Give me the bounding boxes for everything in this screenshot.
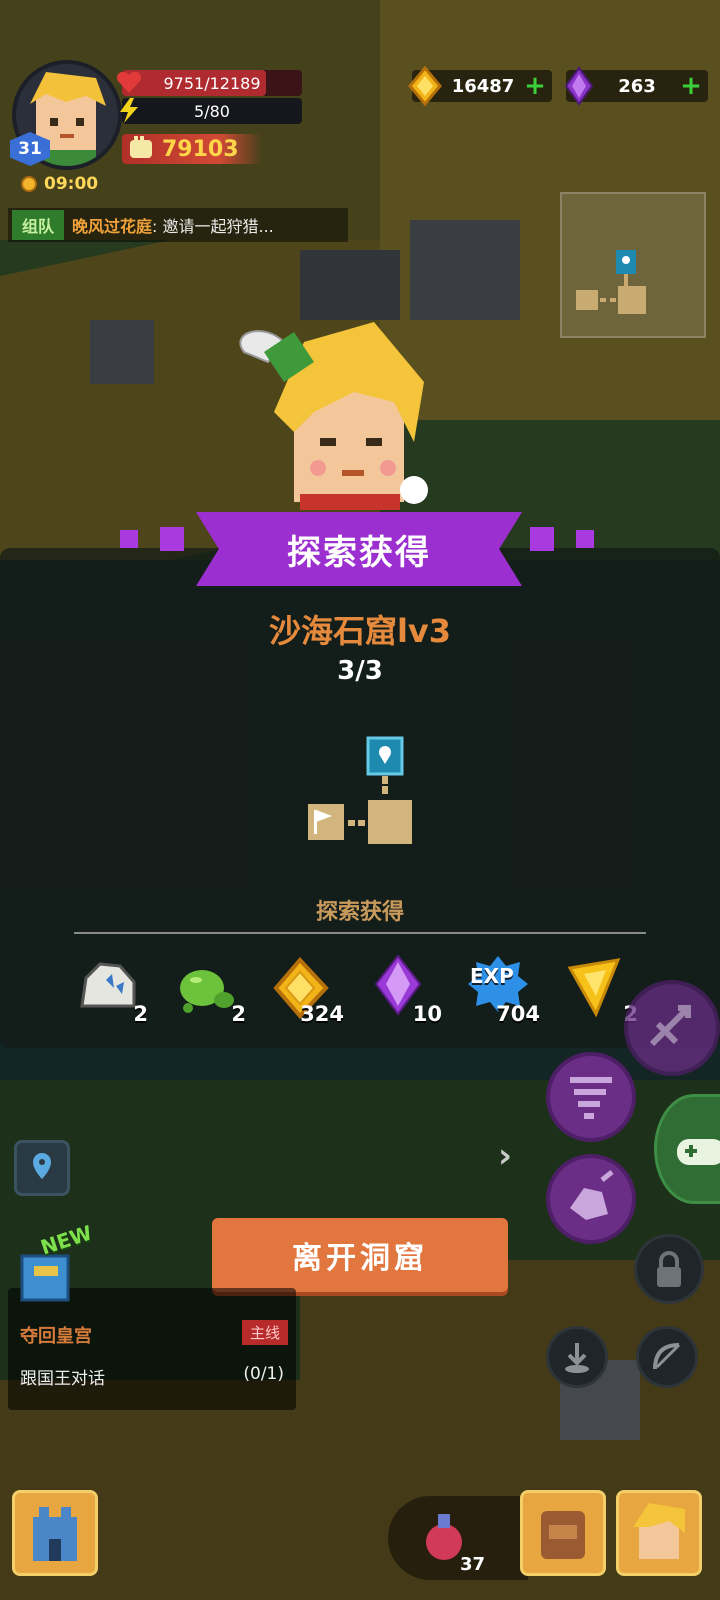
hero-face-icon bbox=[633, 1503, 685, 1559]
chat-sender: 晚风过花庭 bbox=[72, 217, 153, 236]
gold-coin-icon bbox=[408, 66, 442, 106]
energy-value: 5/80 bbox=[194, 101, 230, 121]
loot-count: 2 bbox=[231, 1002, 246, 1026]
minimap[interactable] bbox=[560, 192, 706, 338]
loot-item[interactable]: 2 bbox=[72, 952, 152, 1032]
combat-power: 79103 bbox=[122, 134, 262, 164]
minimap-room bbox=[618, 286, 646, 314]
exp-label: EXP bbox=[470, 964, 514, 988]
backpack-button[interactable] bbox=[520, 1490, 606, 1576]
skill-button-2[interactable] bbox=[546, 1052, 636, 1142]
loot-item[interactable]: 10 bbox=[366, 952, 446, 1032]
character-button[interactable] bbox=[616, 1490, 702, 1576]
tornado-icon bbox=[570, 1077, 612, 1119]
quest-tracker[interactable]: 夺回皇宫 主线 跟国王对话 (0/1) bbox=[8, 1288, 296, 1410]
loot-count: 10 bbox=[412, 1002, 442, 1026]
locate-button[interactable] bbox=[14, 1140, 70, 1196]
purple-gem-icon bbox=[564, 66, 594, 106]
banner-deco bbox=[120, 530, 138, 548]
sun-icon bbox=[21, 176, 37, 192]
chevron-right-icon[interactable]: › bbox=[498, 1136, 512, 1176]
potion-slot[interactable] bbox=[388, 1496, 528, 1580]
pickup-icon bbox=[565, 1343, 589, 1373]
loot-count: 704 bbox=[496, 1002, 540, 1026]
game-time: 09:00 bbox=[44, 174, 99, 194]
hero-mascot bbox=[239, 322, 428, 510]
result-banner: 探索获得 bbox=[196, 512, 522, 586]
quest-description: 跟国王对话 bbox=[20, 1369, 105, 1389]
loot-item[interactable]: EXP 704 bbox=[464, 952, 544, 1032]
start-flag-icon bbox=[308, 804, 344, 840]
pickup-button[interactable] bbox=[546, 1326, 608, 1388]
dungeon-room-map bbox=[308, 736, 412, 844]
gold-value: 16487 bbox=[451, 75, 515, 97]
gamepad-icon bbox=[677, 1139, 720, 1165]
room-tile bbox=[368, 800, 412, 844]
quest-title: 夺回皇宫 bbox=[20, 1326, 92, 1347]
dungeon-name: 沙海石窟lv3 bbox=[268, 612, 452, 650]
leave-cave-button[interactable]: 离开洞窟 bbox=[212, 1218, 508, 1292]
stone-ore-icon bbox=[80, 962, 136, 1008]
bow-icon bbox=[653, 1343, 681, 1370]
backpack-icon bbox=[541, 1511, 585, 1559]
combat-power-value: 79103 bbox=[162, 136, 239, 162]
loot-count: 2 bbox=[133, 1002, 148, 1026]
attack-button[interactable] bbox=[636, 1326, 698, 1388]
loot-item[interactable]: 2 bbox=[170, 952, 250, 1032]
quest-progress: (0/1) bbox=[243, 1364, 284, 1384]
gem-value: 263 bbox=[618, 75, 656, 97]
gem-counter: 263 + bbox=[564, 66, 708, 106]
arrows-icon bbox=[649, 1005, 691, 1047]
chat-channel-tag: 组队 bbox=[12, 210, 65, 240]
loot-divider bbox=[74, 932, 646, 934]
game-clock: 09:00 bbox=[20, 174, 98, 194]
yellow-crystal-icon bbox=[567, 958, 621, 1018]
power-fist-icon bbox=[130, 136, 152, 158]
lightning-icon bbox=[120, 98, 138, 123]
add-gold-button[interactable]: + bbox=[524, 73, 546, 99]
skill-button-3[interactable] bbox=[546, 1154, 636, 1244]
banner-deco bbox=[160, 527, 184, 551]
castle-button[interactable] bbox=[12, 1490, 98, 1576]
banner-deco bbox=[530, 527, 554, 551]
lock-button[interactable] bbox=[634, 1234, 704, 1304]
banner-deco bbox=[576, 530, 594, 548]
green-slime-icon bbox=[180, 970, 234, 1013]
quest-type-tag: 主线 bbox=[241, 1320, 288, 1345]
castle-icon bbox=[33, 1507, 77, 1561]
hp-bar: 9751/12189 bbox=[117, 70, 302, 96]
minimap-start-flag-icon bbox=[576, 290, 598, 310]
hp-value: 9751/12189 bbox=[163, 73, 261, 93]
loot-title: 探索获得 bbox=[315, 900, 404, 925]
add-gem-button[interactable]: + bbox=[680, 73, 702, 99]
chat-ticker[interactable]: 组队 晚风过花庭: 邀请一起狩猎... bbox=[8, 208, 348, 242]
loot-item[interactable]: 324 bbox=[268, 952, 348, 1032]
exploration-progress: 3/3 bbox=[337, 656, 383, 686]
chat-message: : 邀请一起狩猎... bbox=[152, 217, 274, 236]
energy-bar: 5/80 bbox=[120, 98, 302, 124]
location-pin-icon bbox=[33, 1153, 51, 1179]
lock-icon bbox=[657, 1251, 681, 1287]
gold-counter: 16487 + bbox=[408, 66, 552, 106]
rock-smash-icon bbox=[570, 1170, 614, 1220]
potion-count: 37 bbox=[460, 1554, 486, 1575]
heart-icon bbox=[117, 71, 141, 93]
skill-button-1[interactable] bbox=[624, 980, 720, 1076]
loot-count: 324 bbox=[300, 1002, 344, 1026]
